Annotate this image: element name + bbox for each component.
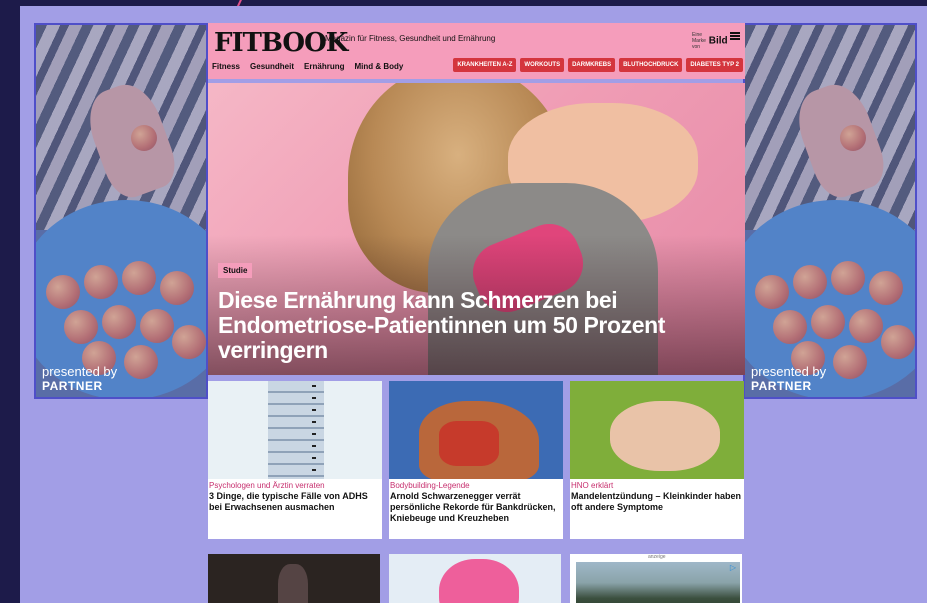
hero-headline[interactable]: Diese Ernährung kann Schmerzen bei Endom… xyxy=(218,288,688,363)
bild-logo: Bild xyxy=(708,35,728,47)
card-kicker: Bodybuilding-Legende xyxy=(390,481,470,490)
topic-tags: KRANKHEITEN A-Z WORKOUTS DARMKREBS BLUTH… xyxy=(453,58,743,72)
ad-caption: presented by PARTNER xyxy=(42,364,118,394)
ad-image xyxy=(576,562,740,603)
ad-image xyxy=(36,25,206,397)
partner-text: PARTNER xyxy=(42,379,103,393)
presented-by-text: presented by xyxy=(751,364,827,379)
card-image xyxy=(570,381,744,479)
tag-workouts[interactable]: WORKOUTS xyxy=(520,58,565,72)
article-card[interactable]: HNO erklärt Mandelentzündung – Kleinkind… xyxy=(570,381,744,539)
site-logo[interactable]: FITBOOK xyxy=(214,28,348,58)
article-cards: Psychologen und Ärztin verraten 3 Dinge,… xyxy=(208,381,744,539)
presented-by-text: presented by xyxy=(42,364,118,379)
side-ad-left[interactable]: presented by PARTNER xyxy=(34,23,208,399)
ad-caption: presented by PARTNER xyxy=(751,364,827,394)
hero-article[interactable]: Studie Diese Ernährung kann Schmerzen be… xyxy=(208,83,745,375)
card-title[interactable]: 3 Dinge, die typische Fälle von ADHS bei… xyxy=(208,491,382,513)
nav-item-fitness[interactable]: Fitness xyxy=(212,62,240,71)
site-header: FITBOOK Magazin für Fitness, Gesundheit … xyxy=(208,23,745,79)
site-tagline: Magazin für Fitness, Gesundheit und Ernä… xyxy=(325,34,496,43)
ad-label: anzeige xyxy=(648,554,666,560)
hero-kicker: Studie xyxy=(218,263,253,278)
article-card[interactable]: Bodybuilding-Legende Arnold Schwarzenegg… xyxy=(389,381,563,539)
inline-ad[interactable]: anzeige ▷ xyxy=(570,554,742,603)
article-card[interactable]: Psychologen und Ärztin verraten 3 Dinge,… xyxy=(208,381,382,539)
card-kicker: Psychologen und Ärztin verraten xyxy=(209,481,325,490)
tag-bluthochdruck[interactable]: BLUTHOCHDRUCK xyxy=(619,58,683,72)
tag-krankheiten[interactable]: KRANKHEITEN A-Z xyxy=(453,58,517,72)
ad-choices-icon[interactable]: ▷ xyxy=(730,563,736,572)
card-title[interactable]: Mandelentzündung – Kleinkinder haben oft… xyxy=(570,491,744,513)
main-nav: Fitness Gesundheit Ernährung Mind & Body xyxy=(212,62,403,71)
tag-darmkrebs[interactable]: DARMKREBS xyxy=(568,58,616,72)
card-image xyxy=(208,381,382,479)
article-thumbnail[interactable] xyxy=(208,554,380,603)
ad-image xyxy=(745,25,915,397)
card-title[interactable]: Arnold Schwarzenegger verrät persönliche… xyxy=(389,491,563,524)
tag-diabetes[interactable]: DIABETES TYP 2 xyxy=(686,58,743,72)
nav-item-mind-body[interactable]: Mind & Body xyxy=(354,62,403,71)
hamburger-menu-icon[interactable] xyxy=(730,32,740,40)
partner-text: PARTNER xyxy=(751,379,812,393)
article-thumbnail[interactable] xyxy=(389,554,561,603)
nav-item-ernaehrung[interactable]: Ernährung xyxy=(304,62,344,71)
side-ad-right[interactable]: presented by PARTNER xyxy=(743,23,917,399)
card-image xyxy=(389,381,563,479)
bild-brand-badge[interactable]: Eine Marke von Bild xyxy=(692,32,728,50)
main-content: FITBOOK Magazin für Fitness, Gesundheit … xyxy=(208,23,745,603)
second-row-articles: anzeige ▷ xyxy=(208,554,742,603)
brand-by-text: Eine Marke von xyxy=(692,32,706,50)
page-background: presented by PARTNER presented by PARTNE… xyxy=(20,6,927,603)
nav-item-gesundheit[interactable]: Gesundheit xyxy=(250,62,294,71)
card-kicker: HNO erklärt xyxy=(571,481,614,490)
